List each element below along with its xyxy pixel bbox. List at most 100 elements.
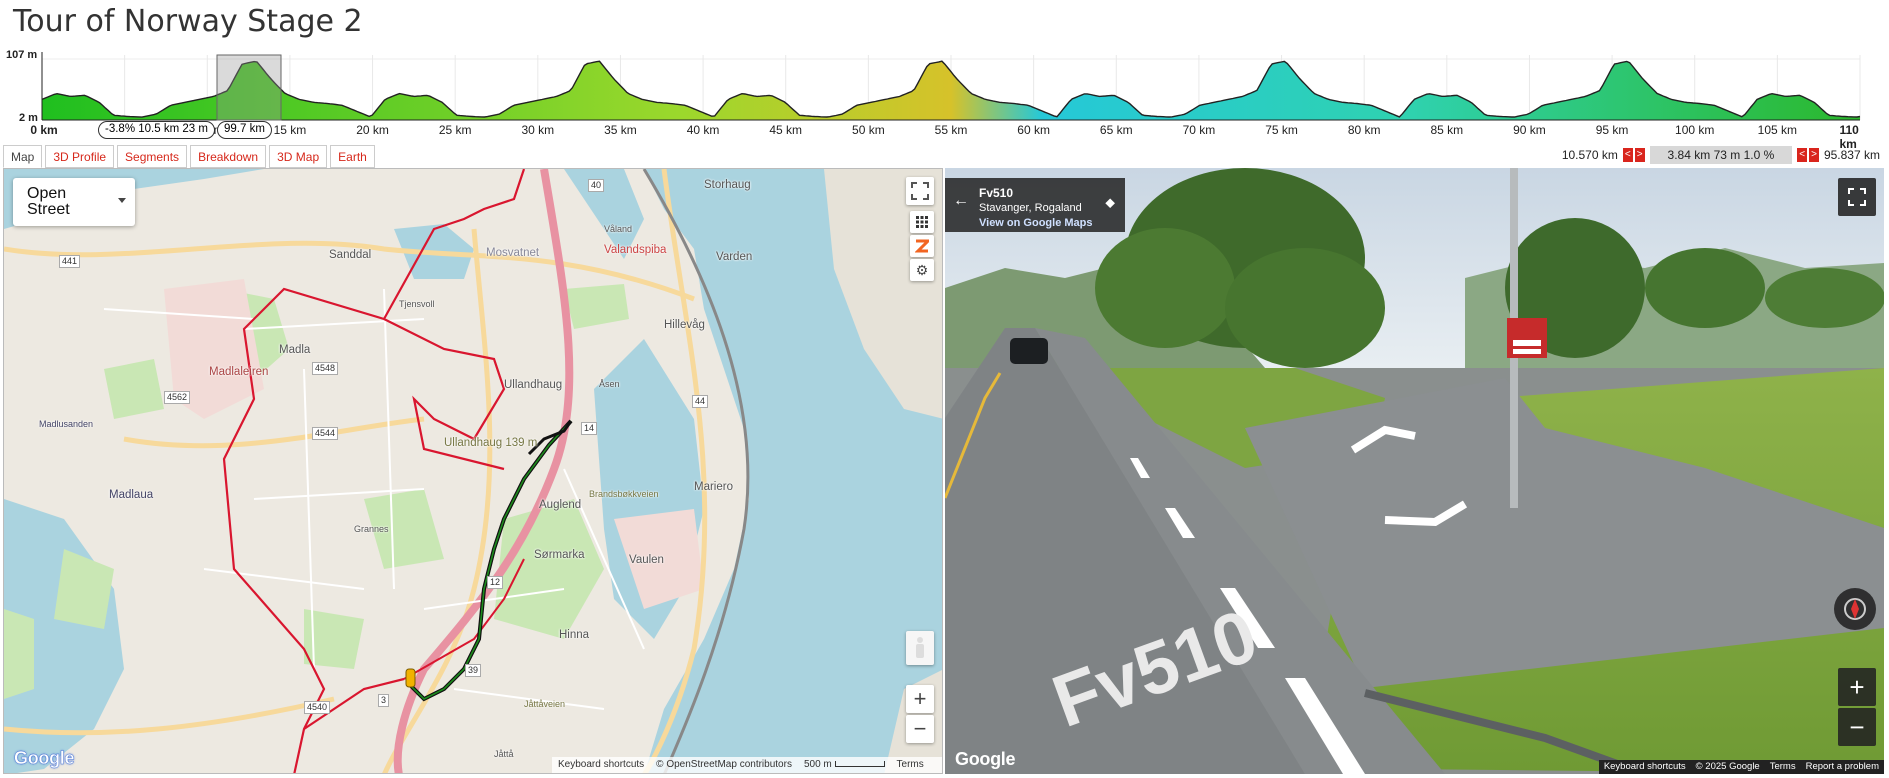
terms-link[interactable]: Terms [1770, 761, 1796, 773]
compass-button[interactable] [1834, 588, 1876, 630]
profile-selection[interactable] [216, 54, 282, 121]
map-attribution: Keyboard shortcuts © OpenStreetMap contr… [552, 757, 942, 773]
keyboard-shortcuts-link[interactable]: Keyboard shortcuts [558, 759, 644, 771]
profile-x-tick: 35 km [604, 123, 637, 137]
street-view-attribution: Keyboard shortcuts © 2025 Google Terms R… [1598, 760, 1884, 774]
gear-icon: ⚙ [915, 261, 929, 278]
range-end-prev-button[interactable]: < [1797, 148, 1808, 162]
map-fullscreen-button[interactable] [906, 177, 934, 205]
road-number-shield: 4544 [312, 427, 339, 440]
map-place-label: Madlusanden [39, 419, 94, 429]
profile-selection-stats: -3.8% 10.5 km 23 m [98, 121, 215, 139]
map-place-label: Jåttå [494, 749, 514, 759]
road-number-shield: 4540 [304, 701, 331, 714]
map-place-label: Madlaua [109, 489, 154, 501]
position-marker-icon[interactable] [405, 668, 416, 688]
fullscreen-icon [1848, 188, 1866, 206]
map-grid-button[interactable] [910, 211, 934, 233]
road-number-shield: 12 [487, 576, 504, 589]
profile-selection-end: 99.7 km [217, 121, 272, 139]
map-place-label: Valandspiba [604, 244, 667, 256]
road-number-shield: 40 [588, 179, 605, 192]
map-zoom-out-button[interactable]: − [906, 715, 934, 743]
terms-link[interactable]: Terms [897, 759, 924, 771]
view-tabs: Map 3D Profile Segments Breakdown 3D Map… [3, 145, 375, 168]
profile-x-tick: 0 km [30, 123, 58, 137]
range-start-next-button[interactable]: > [1634, 148, 1645, 162]
map-layer-label: Open Street [27, 185, 70, 218]
map-place-label: Brandsbøkkveien [589, 489, 659, 499]
map-place-label: Vaulen [629, 554, 664, 566]
map-place-label: Storhaug [704, 179, 751, 191]
street-view-zoom-in-button[interactable]: + [1838, 668, 1876, 706]
pegman-icon [916, 637, 924, 658]
view-on-google-maps-link[interactable]: View on Google Maps [979, 217, 1092, 229]
profile-x-tick: 90 km [1513, 123, 1546, 137]
map-canvas[interactable] [4, 169, 943, 774]
osm-attribution[interactable]: © OpenStreetMap contributors [656, 759, 792, 771]
map-place-label: Madla [279, 344, 311, 356]
chevron-down-icon [118, 198, 126, 203]
map-place-label: Våland [604, 224, 633, 234]
profile-x-tick: 70 km [1182, 123, 1216, 137]
profile-x-tick: 40 km [686, 123, 720, 137]
tab-3d-map[interactable]: 3D Map [269, 145, 328, 168]
tab-earth[interactable]: Earth [330, 145, 375, 168]
road-number-shield: 39 [465, 664, 482, 677]
pegman-button[interactable] [906, 631, 934, 665]
profile-x-tick: 25 km [438, 123, 472, 137]
google-logo: Google [955, 749, 1016, 769]
route-map[interactable]: Storhaug Våland Valandspiba Varden Sanddal Mo… [3, 168, 943, 774]
profile-x-tick: 60 km [1017, 123, 1050, 137]
range-end: 95.837 km [1823, 148, 1880, 162]
map-place-label: Sørmarka [534, 549, 585, 561]
map-layer-select[interactable]: Open Street [13, 178, 135, 226]
report-problem-link[interactable]: Report a problem [1806, 761, 1879, 773]
map-place-label: Hinna [559, 629, 590, 641]
profile-x-tick: 100 km [1675, 123, 1715, 137]
street-view-panorama[interactable]: Fv510 [945, 168, 1884, 774]
back-arrow-icon[interactable]: ← [953, 192, 969, 210]
profile-x-tick: 50 km [852, 123, 885, 137]
profile-x-tick: 15 km [273, 123, 307, 137]
range-start-prev-button[interactable]: < [1622, 148, 1633, 162]
range-end-next-button[interactable]: > [1809, 148, 1819, 162]
profile-x-tick: 85 km [1430, 123, 1464, 137]
map-pin-icon[interactable]: ⬥ [1105, 194, 1115, 211]
map-scale: 500 m [804, 759, 885, 771]
tab-segments[interactable]: Segments [117, 145, 188, 168]
profile-x-tick: 75 km [1265, 123, 1298, 137]
map-place-label: Mosvatnet [486, 247, 540, 259]
map-settings-button[interactable]: ⚙ [910, 259, 934, 281]
tab-map[interactable]: Map [3, 145, 43, 168]
road-number-shield: 441 [59, 255, 81, 268]
street-view-road: Fv510 [979, 186, 1014, 200]
compass-icon [1844, 598, 1866, 620]
road-number-shield: 3 [378, 694, 390, 707]
profile-x-tick: 55 km [934, 123, 968, 137]
google-logo: Google [14, 748, 75, 768]
elevation-profile[interactable]: 107 m 2 m 0 km5 k [0, 0, 1889, 151]
fullscreen-icon [911, 182, 929, 200]
map-place-label: Åsen [599, 379, 620, 389]
map-place-label: Auglend [539, 499, 582, 511]
profile-x-tick: 80 km [1347, 123, 1381, 137]
road-number-shield: 44 [692, 395, 709, 408]
profile-x-tick: 30 km [521, 123, 555, 137]
tab-breakdown[interactable]: Breakdown [190, 145, 267, 168]
profile-x-tick: 105 km [1757, 123, 1798, 137]
map-place-label: Madlaleiren [209, 366, 269, 378]
street-view-fullscreen-button[interactable] [1838, 178, 1876, 216]
profile-x-tick: 45 km [769, 123, 803, 137]
map-zwift-button[interactable] [910, 235, 934, 257]
page: Tour of Norway Stage 2 107 m 2 m 0 km km… [0, 0, 1889, 778]
grid-icon [916, 216, 928, 228]
tab-3d-profile[interactable]: 3D Profile [45, 145, 115, 168]
map-place-label: Sanddal [329, 249, 372, 261]
street-view[interactable]: Fv510 ← Fv510 Stavanger, Rogaland View o… [945, 168, 1884, 774]
road-number-shield: 4548 [312, 362, 339, 375]
z-logo-icon [915, 239, 929, 253]
keyboard-shortcuts-link[interactable]: Keyboard shortcuts [1604, 761, 1686, 773]
map-zoom-in-button[interactable]: + [906, 685, 934, 713]
street-view-zoom-out-button[interactable]: − [1838, 708, 1876, 746]
